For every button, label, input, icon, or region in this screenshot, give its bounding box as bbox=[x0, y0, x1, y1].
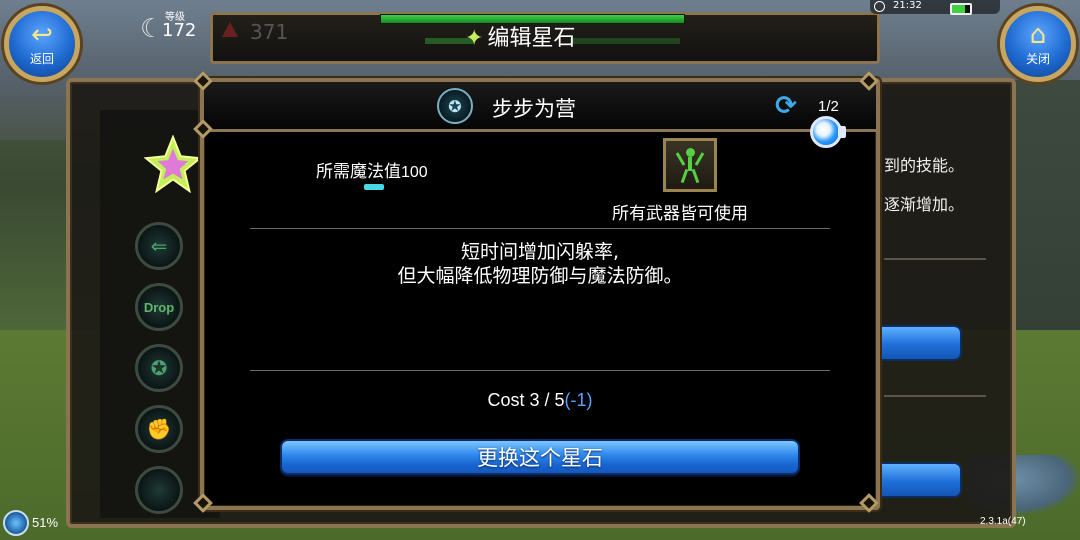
back-button-label: 返回 bbox=[29, 51, 54, 66]
slot-arrow-button[interactable]: ⇐ bbox=[135, 222, 183, 270]
slot-emblem-button[interactable]: ✪ bbox=[135, 344, 183, 392]
warning-icon bbox=[222, 22, 238, 37]
description-line-2: 但大幅降低物理防御与魔法防御。 bbox=[397, 265, 683, 287]
status-bar bbox=[870, 0, 1000, 14]
network-percent: 51% bbox=[32, 515, 59, 530]
page-indicator: 1/2 bbox=[818, 98, 839, 115]
back-arrow-icon: ↩ bbox=[31, 19, 53, 50]
emblem-icon: ✪ bbox=[150, 356, 168, 380]
top-bar-title: ✦ 编辑星石 bbox=[465, 20, 575, 52]
divider-top bbox=[250, 228, 830, 229]
battery-icon bbox=[950, 3, 972, 15]
cost-display: Cost 3 / 5(-1) bbox=[250, 390, 830, 411]
slot-drop-button[interactable]: Drop bbox=[135, 283, 183, 331]
cost-text: Cost 3 / 5 bbox=[487, 390, 565, 410]
background-divider-1 bbox=[884, 258, 986, 260]
close-button[interactable]: ⌂ 关闭 bbox=[1000, 6, 1076, 82]
change-star-stone-button[interactable]: 更换这个星石 bbox=[280, 439, 800, 475]
fist-icon: ✊ bbox=[146, 417, 172, 441]
stick-figure-icon bbox=[675, 148, 705, 184]
weapon-type-badge bbox=[663, 138, 717, 192]
background-text-2: 逐渐增加。 bbox=[884, 197, 965, 214]
background-blue-button-1[interactable] bbox=[870, 325, 962, 361]
mana-requirement-value: 100 bbox=[401, 164, 428, 181]
network-icon bbox=[3, 510, 29, 536]
slot-empty-button[interactable] bbox=[135, 466, 183, 514]
star-title-icon: ✦ bbox=[465, 26, 484, 51]
star-gem-icon bbox=[144, 135, 202, 193]
skill-emblem-icon: ✪ bbox=[437, 88, 473, 124]
background-divider-2 bbox=[884, 395, 986, 397]
home-icon: ⌂ bbox=[1029, 19, 1047, 50]
clock-icon bbox=[874, 1, 885, 12]
mana-requirement-label: 所需魔法值 bbox=[316, 162, 401, 182]
drop-label: Drop bbox=[143, 299, 175, 315]
refresh-icon[interactable]: ⟳ bbox=[770, 91, 802, 121]
level-value: 172 bbox=[162, 20, 197, 41]
weapon-label: 所有武器皆可使用 bbox=[612, 204, 748, 224]
top-bar-title-text: 编辑星石 bbox=[487, 26, 576, 51]
background-blue-button-2[interactable] bbox=[870, 462, 962, 498]
description-line-1: 短时间增加闪躲率, bbox=[460, 241, 620, 263]
skill-description: 短时间增加闪躲率, 但大幅降低物理防御与魔法防御。 bbox=[250, 240, 830, 288]
resource-count: 371 bbox=[250, 20, 289, 44]
version-text: 2.3.1a(47) bbox=[980, 516, 1026, 527]
divider-bottom bbox=[250, 370, 830, 371]
clock-time: 21:32 bbox=[893, 0, 922, 11]
page-toggle-tab bbox=[838, 126, 846, 138]
back-button[interactable]: ↩ 返回 bbox=[4, 6, 80, 82]
close-button-label: 关闭 bbox=[1025, 51, 1050, 66]
background-text-1: 到的技能。 bbox=[884, 158, 965, 175]
arrow-left-icon: ⇐ bbox=[150, 234, 168, 258]
mana-requirement: 所需魔法值100 bbox=[316, 157, 428, 182]
cost-delta: (-1) bbox=[564, 390, 593, 410]
slot-fist-button[interactable]: ✊ bbox=[135, 405, 183, 453]
mp-segment-2 bbox=[570, 38, 680, 44]
scythe-icon: ☾ bbox=[140, 14, 164, 44]
mana-bar bbox=[364, 184, 384, 190]
dialog-title: 步步为营 bbox=[492, 97, 576, 121]
